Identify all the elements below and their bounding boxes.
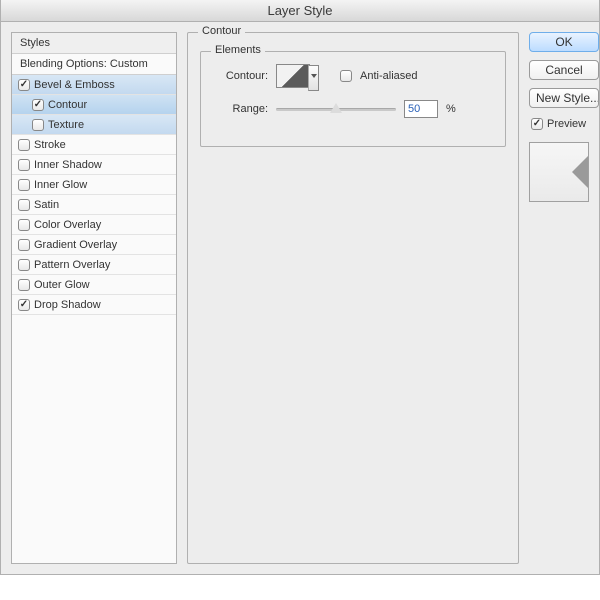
contour-picker[interactable] [276, 64, 310, 88]
style-label: Bevel & Emboss [34, 79, 115, 91]
styles-header[interactable]: Styles [12, 33, 176, 54]
preview-swatch [529, 142, 589, 202]
style-checkbox[interactable] [18, 259, 30, 271]
style-row[interactable]: Bevel & Emboss [12, 75, 176, 95]
ok-button[interactable]: OK [529, 32, 599, 52]
style-label: Inner Glow [34, 179, 87, 191]
cancel-button[interactable]: Cancel [529, 60, 599, 80]
style-label: Drop Shadow [34, 299, 101, 311]
range-unit: % [446, 103, 456, 115]
contour-fieldset: Contour Elements Contour: Anti-aliased R… [187, 32, 519, 564]
style-checkbox[interactable] [18, 179, 30, 191]
style-label: Color Overlay [34, 219, 101, 231]
style-row[interactable]: Gradient Overlay [12, 235, 176, 255]
style-row[interactable]: Contour [12, 95, 176, 115]
style-label: Stroke [34, 139, 66, 151]
style-label: Satin [34, 199, 59, 211]
elements-fieldset: Elements Contour: Anti-aliased Range: [200, 51, 506, 147]
slider-thumb-icon[interactable] [330, 103, 342, 113]
chevron-down-icon [311, 74, 317, 78]
contour-label: Contour: [213, 70, 268, 82]
preview-label: Preview [547, 118, 586, 130]
style-checkbox[interactable] [18, 299, 30, 311]
style-label: Texture [48, 119, 84, 131]
range-label: Range: [213, 103, 268, 115]
style-label: Contour [48, 99, 87, 111]
window-title: Layer Style [267, 3, 332, 18]
window-titlebar: Layer Style [1, 0, 599, 22]
style-checkbox[interactable] [32, 99, 44, 111]
anti-aliased-label: Anti-aliased [360, 70, 417, 82]
preview-icon [572, 154, 589, 190]
styles-panel: Styles Blending Options: Custom Bevel & … [11, 32, 177, 564]
style-row[interactable]: Color Overlay [12, 215, 176, 235]
main-panel: Contour Elements Contour: Anti-aliased R… [187, 32, 519, 564]
preview-checkbox[interactable] [531, 118, 543, 130]
contour-fieldset-title: Contour [198, 25, 245, 37]
style-row[interactable]: Texture [12, 115, 176, 135]
window-content: Styles Blending Options: Custom Bevel & … [1, 22, 599, 574]
style-checkbox[interactable] [18, 239, 30, 251]
anti-aliased-checkbox[interactable] [340, 70, 352, 82]
range-slider[interactable] [276, 102, 396, 116]
style-row[interactable]: Satin [12, 195, 176, 215]
contour-row: Contour: Anti-aliased [213, 64, 493, 88]
style-row[interactable]: Stroke [12, 135, 176, 155]
style-label: Pattern Overlay [34, 259, 110, 271]
blending-options-row[interactable]: Blending Options: Custom [12, 54, 176, 75]
style-row[interactable]: Inner Shadow [12, 155, 176, 175]
elements-fieldset-title: Elements [211, 44, 265, 56]
style-checkbox[interactable] [18, 79, 30, 91]
style-checkbox[interactable] [18, 279, 30, 291]
style-row[interactable]: Outer Glow [12, 275, 176, 295]
style-label: Outer Glow [34, 279, 90, 291]
range-row: Range: % [213, 100, 493, 118]
layer-style-window: Layer Style Styles Blending Options: Cus… [0, 0, 600, 575]
range-input[interactable] [404, 100, 438, 118]
style-checkbox[interactable] [18, 139, 30, 151]
style-checkbox[interactable] [32, 119, 44, 131]
style-row[interactable]: Pattern Overlay [12, 255, 176, 275]
styles-list: Bevel & Emboss Contour Texture Stroke Inner … [12, 75, 176, 315]
style-label: Gradient Overlay [34, 239, 117, 251]
new-style-button[interactable]: New Style... [529, 88, 599, 108]
preview-row: Preview [529, 118, 599, 130]
style-checkbox[interactable] [18, 219, 30, 231]
style-row[interactable]: Inner Glow [12, 175, 176, 195]
style-checkbox[interactable] [18, 199, 30, 211]
right-panel: OK Cancel New Style... Preview [529, 32, 599, 564]
style-row[interactable]: Drop Shadow [12, 295, 176, 315]
style-checkbox[interactable] [18, 159, 30, 171]
style-label: Inner Shadow [34, 159, 102, 171]
